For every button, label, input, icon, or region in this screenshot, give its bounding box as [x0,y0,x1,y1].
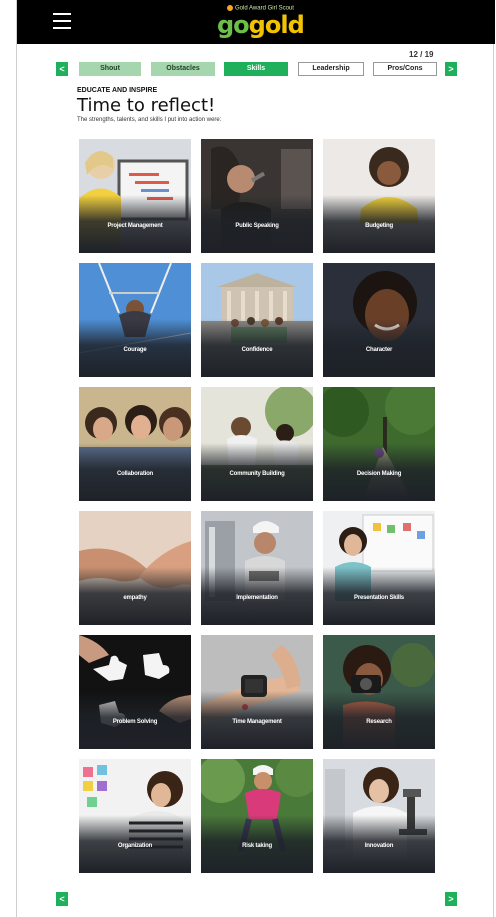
skill-label: Decision Making [356,471,402,477]
header-bar: Gold Award Girl Scout gogold [17,0,495,44]
next-tab-button[interactable]: > [445,62,457,76]
skill-card-confidence[interactable]: Confidence [201,263,313,377]
logo-go: go [217,11,250,39]
skill-card-character[interactable]: Character [323,263,435,377]
skill-label: Character [365,347,393,353]
skill-label: Confidence [241,347,273,353]
skill-card-risk-taking[interactable]: Risk taking [201,759,313,873]
skill-label: Project Management [107,223,163,229]
skill-label: Research [366,719,392,725]
page-subtitle: The strengths, talents, and skills I put… [77,117,222,123]
skill-label: Innovation [364,843,394,849]
skill-card-community-building[interactable]: Community Building [201,387,313,501]
logo-wordmark: gogold [217,11,305,39]
hamburger-menu-icon[interactable] [53,13,71,29]
skill-card-organization[interactable]: Organization [79,759,191,873]
prev-page-button[interactable]: < [56,892,68,906]
tab-shout[interactable]: Shout [79,62,141,76]
skill-card-research[interactable]: Research [323,635,435,749]
page-title: Time to reflect! [77,95,216,116]
section-eyebrow: EDUCATE AND INSPIRE [77,87,158,94]
gogold-logo[interactable]: Gold Award Girl Scout gogold [217,5,307,39]
next-page-button[interactable]: > [445,892,457,906]
skill-card-implementation[interactable]: Implementation [201,511,313,625]
tab-obstacles[interactable]: Obstacles [151,62,215,76]
tab-leadership[interactable]: Leadership [298,62,364,76]
page-counter: 12 / 19 [409,50,434,59]
skill-card-project-management[interactable]: Project Management [79,139,191,253]
skill-card-time-management[interactable]: Time Management [201,635,313,749]
skill-card-collaboration[interactable]: Collaboration [79,387,191,501]
skill-label: Presentation Skills [354,595,404,601]
skill-card-decision-making[interactable]: Decision Making [323,387,435,501]
skill-card-public-speaking[interactable]: Public Speaking [201,139,313,253]
tab-skills[interactable]: Skills [224,62,288,76]
skill-card-problem-solving[interactable]: Problem Solving [79,635,191,749]
skill-label: Risk taking [242,843,272,849]
skill-label: Organization [117,843,153,849]
app-frame: Gold Award Girl Scout gogold 12 / 19 < S… [16,0,495,917]
skill-label: Problem Solving [112,719,158,725]
logo-gold: gold [248,11,305,39]
prev-tab-button[interactable]: < [56,62,68,76]
skill-card-empathy[interactable]: empathy [79,511,191,625]
skill-card-courage[interactable]: Courage [79,263,191,377]
skill-label: empathy [123,595,147,601]
skill-card-budgeting[interactable]: Budgeting [323,139,435,253]
skill-label: Implementation [236,595,278,601]
skill-card-presentation-skills[interactable]: Presentation Skills [323,511,435,625]
skill-card-innovation[interactable]: Innovation [323,759,435,873]
tab-pros-cons[interactable]: Pros/Cons [373,62,437,76]
skill-label: Community Building [229,471,285,477]
skill-label: Public Speaking [235,223,279,229]
skill-label: Budgeting [365,223,393,229]
skill-label: Time Management [232,719,282,725]
skill-label: Courage [123,347,147,353]
skill-label: Collaboration [116,471,154,477]
